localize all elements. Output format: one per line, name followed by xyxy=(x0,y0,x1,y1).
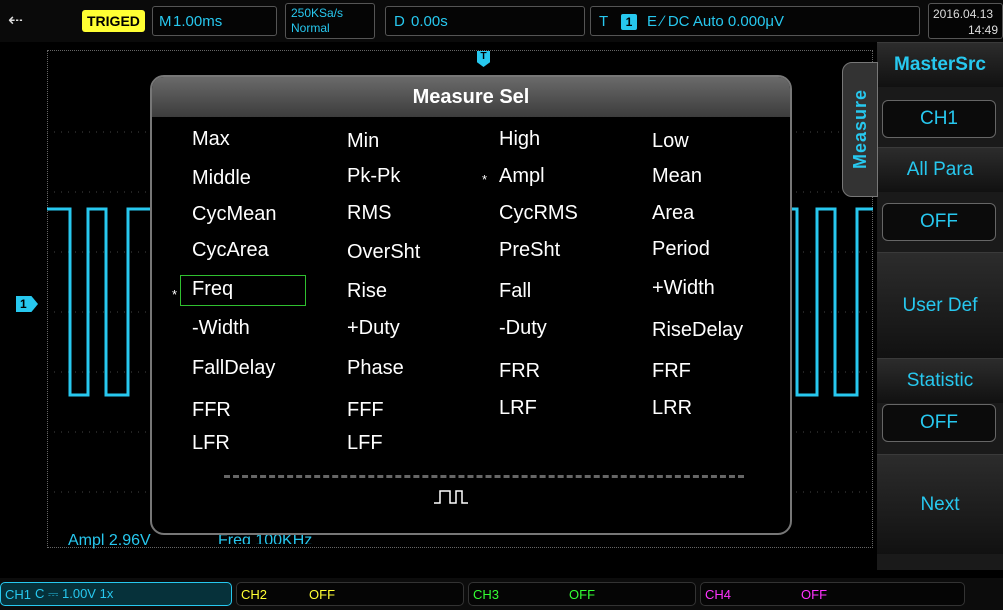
option-overshoot[interactable]: OverSht xyxy=(347,241,420,264)
option-risedelay[interactable]: RiseDelay xyxy=(652,319,743,342)
ch2-label: CH2 xyxy=(241,586,268,602)
statistic-label: Statistic xyxy=(877,358,1003,403)
freq-selected-marker: * xyxy=(172,287,178,302)
pulse-waveform-icon xyxy=(434,490,468,504)
option-period[interactable]: Period xyxy=(652,238,710,261)
option-minus-duty[interactable]: -Duty xyxy=(499,317,547,340)
datetime-box: 2016.04.13 14:49 xyxy=(928,3,1003,39)
sample-rate-box: 250KSa/s Normal xyxy=(285,3,375,39)
timebase-box[interactable]: M 1.00ms xyxy=(152,6,277,36)
ch4-status[interactable]: CH4 OFF xyxy=(700,582,965,606)
allpara-label: All Para xyxy=(877,147,1003,192)
option-cycarea[interactable]: CycArea xyxy=(192,239,269,262)
option-low[interactable]: Low xyxy=(652,130,689,153)
ch2-settings: OFF xyxy=(309,586,336,602)
timebase-label: M xyxy=(159,13,172,30)
option-mean[interactable]: Mean xyxy=(652,165,702,188)
measure-select-dialog: Measure Sel Max Min High Low Middle Pk-P… xyxy=(150,75,792,535)
ch3-settings: OFF xyxy=(569,586,596,602)
userdef-button[interactable]: User Def xyxy=(877,252,1003,358)
option-middle[interactable]: Middle xyxy=(192,167,251,190)
measurement-readout-ampl: Ampl 2.96V xyxy=(68,532,151,549)
trigger-channel-badge: 1 xyxy=(621,14,637,30)
option-freq[interactable]: Freq xyxy=(192,278,233,301)
time: 14:49 xyxy=(967,23,998,37)
option-frr[interactable]: FRR xyxy=(499,360,540,383)
measure-tab-label: Measure xyxy=(850,88,870,170)
trigger-box[interactable]: T 1 E ∕ DC Auto 0.000μV xyxy=(590,6,920,36)
option-lff[interactable]: LFF xyxy=(347,432,383,455)
preview-divider xyxy=(224,475,744,478)
option-rise[interactable]: Rise xyxy=(347,280,387,303)
option-lrr[interactable]: LRR xyxy=(652,397,692,420)
option-minus-width[interactable]: -Width xyxy=(192,317,250,340)
option-cycrms[interactable]: CycRMS xyxy=(499,202,578,225)
timebase-value: 1.00ms xyxy=(173,13,223,30)
option-high[interactable]: High xyxy=(499,128,540,151)
option-min[interactable]: Min xyxy=(347,130,379,153)
option-plus-duty[interactable]: +Duty xyxy=(347,317,400,340)
ch1-settings: C ⎓ 1.00V 1x xyxy=(35,586,114,601)
date: 2016.04.13 xyxy=(933,7,994,21)
dialog-title: Measure Sel xyxy=(152,77,790,117)
option-rms[interactable]: RMS xyxy=(347,202,391,225)
option-max[interactable]: Max xyxy=(192,128,230,151)
mastersrc-label: MasterSrc xyxy=(877,42,1003,87)
mastersrc-button[interactable]: CH1 xyxy=(882,100,996,138)
option-fff[interactable]: FFF xyxy=(347,399,384,422)
usb-icon: ⇠ xyxy=(8,10,24,30)
option-phase[interactable]: Phase xyxy=(347,357,404,380)
statistic-button[interactable]: OFF xyxy=(882,404,996,442)
ch1-status[interactable]: CH1 C ⎓ 1.00V 1x xyxy=(0,582,232,606)
delay-label: D xyxy=(394,13,405,30)
allpara-button[interactable]: OFF xyxy=(882,203,996,241)
option-fall[interactable]: Fall xyxy=(499,280,531,303)
delay-value: 0.00s xyxy=(411,13,448,30)
delay-box[interactable]: D 0.00s xyxy=(385,6,585,36)
ch2-status[interactable]: CH2 OFF xyxy=(236,582,464,606)
next-button[interactable]: Next xyxy=(877,454,1003,554)
option-preshoot[interactable]: PreSht xyxy=(499,239,560,262)
option-plus-width[interactable]: +Width xyxy=(652,277,715,300)
option-ffr[interactable]: FFR xyxy=(192,399,231,422)
side-menu: MasterSrc CH1 All Para OFF User Def Stat… xyxy=(877,42,1003,570)
sample-rate: 250KSa/s xyxy=(291,6,344,20)
option-ampl[interactable]: Ampl xyxy=(499,165,545,188)
channel-status-bar: CH1 C ⎓ 1.00V 1x CH2 OFF CH3 OFF CH4 OFF xyxy=(0,578,1003,610)
ch3-label: CH3 xyxy=(473,586,500,602)
option-cycmean[interactable]: CycMean xyxy=(192,203,276,226)
trigger-info: E ∕ DC Auto 0.000μV xyxy=(647,13,785,30)
ch3-status[interactable]: CH3 OFF xyxy=(468,582,696,606)
option-lrf[interactable]: LRF xyxy=(499,397,537,420)
option-lfr[interactable]: LFR xyxy=(192,432,230,455)
acquisition-mode: Normal xyxy=(291,21,330,35)
option-frf[interactable]: FRF xyxy=(652,360,691,383)
option-falldelay[interactable]: FallDelay xyxy=(192,357,275,380)
trigger-label: T xyxy=(599,13,609,30)
ampl-selected-marker: * xyxy=(482,172,488,187)
option-area[interactable]: Area xyxy=(652,202,694,225)
option-pk-pk[interactable]: Pk-Pk xyxy=(347,165,400,188)
trigger-status-badge: TRIGED xyxy=(82,10,145,32)
top-status-bar: ⇠ TRIGED M 1.00ms 250KSa/s Normal D 0.00… xyxy=(0,0,1003,42)
ch4-settings: OFF xyxy=(801,586,828,602)
ch1-label: CH1 xyxy=(5,586,32,602)
ch4-label: CH4 xyxy=(705,586,732,602)
